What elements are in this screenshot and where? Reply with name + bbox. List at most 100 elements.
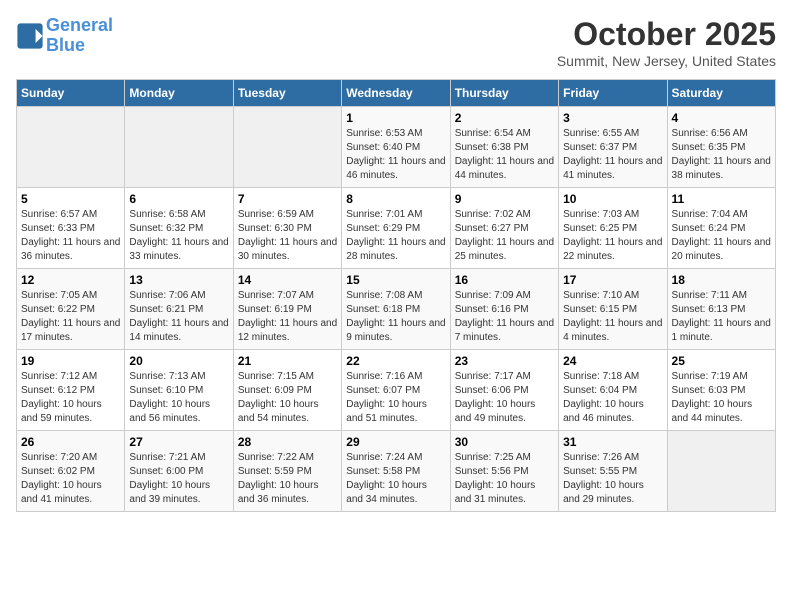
day-number: 22 (346, 354, 445, 368)
calendar-cell: 14 Sunrise: 7:07 AMSunset: 6:19 PMDaylig… (233, 269, 341, 350)
day-number: 16 (455, 273, 554, 287)
calendar-cell (667, 431, 775, 512)
day-info: Sunrise: 7:03 AMSunset: 6:25 PMDaylight:… (563, 208, 662, 264)
day-info: Sunrise: 7:13 AMSunset: 6:10 PMDaylight:… (129, 370, 228, 426)
calendar-cell: 2 Sunrise: 6:54 AMSunset: 6:38 PMDayligh… (450, 107, 558, 188)
calendar-cell: 8 Sunrise: 7:01 AMSunset: 6:29 PMDayligh… (342, 188, 450, 269)
weekday-header-thursday: Thursday (450, 80, 558, 107)
day-info: Sunrise: 6:56 AMSunset: 6:35 PMDaylight:… (672, 127, 771, 183)
calendar-cell: 24 Sunrise: 7:18 AMSunset: 6:04 PMDaylig… (559, 350, 667, 431)
calendar-week-row: 19 Sunrise: 7:12 AMSunset: 6:12 PMDaylig… (17, 350, 776, 431)
day-number: 28 (238, 435, 337, 449)
calendar-cell (125, 107, 233, 188)
day-number: 3 (563, 111, 662, 125)
day-info: Sunrise: 7:16 AMSunset: 6:07 PMDaylight:… (346, 370, 445, 426)
day-number: 30 (455, 435, 554, 449)
day-info: Sunrise: 7:06 AMSunset: 6:21 PMDaylight:… (129, 289, 228, 345)
calendar-cell: 21 Sunrise: 7:15 AMSunset: 6:09 PMDaylig… (233, 350, 341, 431)
logo: General Blue (16, 16, 113, 56)
location-title: Summit, New Jersey, United States (557, 53, 776, 69)
day-info: Sunrise: 7:15 AMSunset: 6:09 PMDaylight:… (238, 370, 337, 426)
calendar-week-row: 5 Sunrise: 6:57 AMSunset: 6:33 PMDayligh… (17, 188, 776, 269)
logo-text: General Blue (46, 16, 113, 56)
day-info: Sunrise: 7:19 AMSunset: 6:03 PMDaylight:… (672, 370, 771, 426)
day-number: 24 (563, 354, 662, 368)
day-info: Sunrise: 7:20 AMSunset: 6:02 PMDaylight:… (21, 451, 120, 507)
logo-icon (16, 22, 44, 50)
day-info: Sunrise: 7:09 AMSunset: 6:16 PMDaylight:… (455, 289, 554, 345)
calendar-cell: 27 Sunrise: 7:21 AMSunset: 6:00 PMDaylig… (125, 431, 233, 512)
day-info: Sunrise: 6:54 AMSunset: 6:38 PMDaylight:… (455, 127, 554, 183)
weekday-header-saturday: Saturday (667, 80, 775, 107)
logo-line1: General (46, 15, 113, 35)
day-number: 5 (21, 192, 120, 206)
calendar-cell (17, 107, 125, 188)
calendar-cell: 13 Sunrise: 7:06 AMSunset: 6:21 PMDaylig… (125, 269, 233, 350)
calendar-week-row: 12 Sunrise: 7:05 AMSunset: 6:22 PMDaylig… (17, 269, 776, 350)
day-number: 20 (129, 354, 228, 368)
calendar-cell: 5 Sunrise: 6:57 AMSunset: 6:33 PMDayligh… (17, 188, 125, 269)
day-info: Sunrise: 7:04 AMSunset: 6:24 PMDaylight:… (672, 208, 771, 264)
calendar-cell: 15 Sunrise: 7:08 AMSunset: 6:18 PMDaylig… (342, 269, 450, 350)
day-info: Sunrise: 7:25 AMSunset: 5:56 PMDaylight:… (455, 451, 554, 507)
calendar-table: SundayMondayTuesdayWednesdayThursdayFrid… (16, 79, 776, 512)
calendar-cell: 25 Sunrise: 7:19 AMSunset: 6:03 PMDaylig… (667, 350, 775, 431)
day-info: Sunrise: 7:05 AMSunset: 6:22 PMDaylight:… (21, 289, 120, 345)
day-info: Sunrise: 7:07 AMSunset: 6:19 PMDaylight:… (238, 289, 337, 345)
day-number: 1 (346, 111, 445, 125)
day-number: 19 (21, 354, 120, 368)
calendar-cell: 30 Sunrise: 7:25 AMSunset: 5:56 PMDaylig… (450, 431, 558, 512)
calendar-cell: 18 Sunrise: 7:11 AMSunset: 6:13 PMDaylig… (667, 269, 775, 350)
calendar-cell: 20 Sunrise: 7:13 AMSunset: 6:10 PMDaylig… (125, 350, 233, 431)
calendar-cell: 11 Sunrise: 7:04 AMSunset: 6:24 PMDaylig… (667, 188, 775, 269)
day-number: 26 (21, 435, 120, 449)
day-info: Sunrise: 7:02 AMSunset: 6:27 PMDaylight:… (455, 208, 554, 264)
day-number: 14 (238, 273, 337, 287)
calendar-cell: 16 Sunrise: 7:09 AMSunset: 6:16 PMDaylig… (450, 269, 558, 350)
day-info: Sunrise: 6:55 AMSunset: 6:37 PMDaylight:… (563, 127, 662, 183)
calendar-cell: 4 Sunrise: 6:56 AMSunset: 6:35 PMDayligh… (667, 107, 775, 188)
calendar-cell: 1 Sunrise: 6:53 AMSunset: 6:40 PMDayligh… (342, 107, 450, 188)
day-info: Sunrise: 7:22 AMSunset: 5:59 PMDaylight:… (238, 451, 337, 507)
day-info: Sunrise: 7:17 AMSunset: 6:06 PMDaylight:… (455, 370, 554, 426)
day-info: Sunrise: 7:24 AMSunset: 5:58 PMDaylight:… (346, 451, 445, 507)
calendar-cell: 26 Sunrise: 7:20 AMSunset: 6:02 PMDaylig… (17, 431, 125, 512)
day-number: 10 (563, 192, 662, 206)
day-number: 7 (238, 192, 337, 206)
calendar-cell (233, 107, 341, 188)
day-number: 21 (238, 354, 337, 368)
day-info: Sunrise: 6:57 AMSunset: 6:33 PMDaylight:… (21, 208, 120, 264)
month-title: October 2025 (557, 16, 776, 53)
calendar-cell: 19 Sunrise: 7:12 AMSunset: 6:12 PMDaylig… (17, 350, 125, 431)
calendar-cell: 17 Sunrise: 7:10 AMSunset: 6:15 PMDaylig… (559, 269, 667, 350)
calendar-cell: 22 Sunrise: 7:16 AMSunset: 6:07 PMDaylig… (342, 350, 450, 431)
day-number: 13 (129, 273, 228, 287)
day-info: Sunrise: 6:59 AMSunset: 6:30 PMDaylight:… (238, 208, 337, 264)
day-number: 6 (129, 192, 228, 206)
title-block: October 2025 Summit, New Jersey, United … (557, 16, 776, 69)
weekday-header-tuesday: Tuesday (233, 80, 341, 107)
calendar-week-row: 26 Sunrise: 7:20 AMSunset: 6:02 PMDaylig… (17, 431, 776, 512)
day-number: 12 (21, 273, 120, 287)
calendar-cell: 28 Sunrise: 7:22 AMSunset: 5:59 PMDaylig… (233, 431, 341, 512)
calendar-cell: 6 Sunrise: 6:58 AMSunset: 6:32 PMDayligh… (125, 188, 233, 269)
day-number: 11 (672, 192, 771, 206)
calendar-cell: 3 Sunrise: 6:55 AMSunset: 6:37 PMDayligh… (559, 107, 667, 188)
day-number: 17 (563, 273, 662, 287)
day-info: Sunrise: 6:58 AMSunset: 6:32 PMDaylight:… (129, 208, 228, 264)
calendar-cell: 9 Sunrise: 7:02 AMSunset: 6:27 PMDayligh… (450, 188, 558, 269)
weekday-header-sunday: Sunday (17, 80, 125, 107)
day-number: 31 (563, 435, 662, 449)
day-number: 4 (672, 111, 771, 125)
day-number: 18 (672, 273, 771, 287)
day-number: 23 (455, 354, 554, 368)
day-number: 15 (346, 273, 445, 287)
day-info: Sunrise: 7:21 AMSunset: 6:00 PMDaylight:… (129, 451, 228, 507)
calendar-cell: 7 Sunrise: 6:59 AMSunset: 6:30 PMDayligh… (233, 188, 341, 269)
calendar-week-row: 1 Sunrise: 6:53 AMSunset: 6:40 PMDayligh… (17, 107, 776, 188)
day-number: 25 (672, 354, 771, 368)
day-info: Sunrise: 7:12 AMSunset: 6:12 PMDaylight:… (21, 370, 120, 426)
day-info: Sunrise: 7:18 AMSunset: 6:04 PMDaylight:… (563, 370, 662, 426)
page-header: General Blue October 2025 Summit, New Je… (16, 16, 776, 69)
day-info: Sunrise: 7:11 AMSunset: 6:13 PMDaylight:… (672, 289, 771, 345)
